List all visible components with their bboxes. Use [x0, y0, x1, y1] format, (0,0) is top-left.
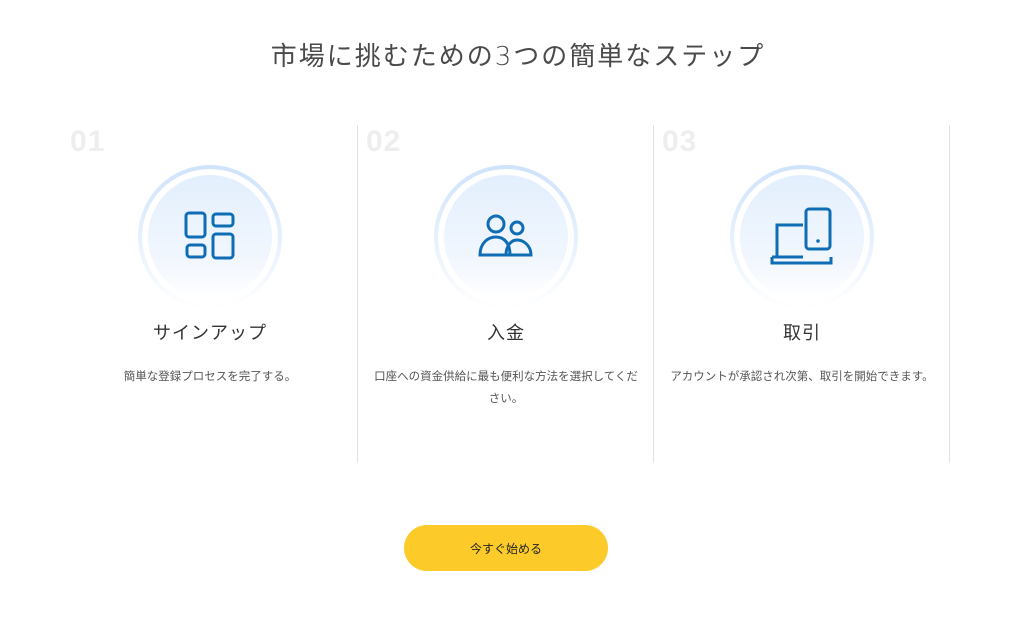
step-2: 02 入金 口座への資金供給に最も便利な方法を選択してください。 — [358, 125, 654, 463]
start-now-button[interactable]: 今すぐ始める — [404, 525, 608, 571]
step-3: 03 取引 アカウントが承認され次第、取引を開始できます。 — [654, 125, 950, 463]
page: 市場に挑むための3つの簡単なステップ 01 サインアップ 簡単な登録プロセスを完… — [0, 0, 1036, 627]
laptop-phone-icon — [770, 207, 833, 265]
step-number: 02 — [366, 125, 402, 158]
icon-circle — [730, 165, 874, 309]
step-description: 簡単な登録プロセスを完了する。 — [123, 369, 297, 383]
step-number: 03 — [662, 125, 698, 158]
users-icon — [478, 214, 533, 257]
page-title: 市場に挑むための3つの簡単なステップ — [270, 42, 766, 72]
steps-container: 01 サインアップ 簡単な登録プロセスを完了する。 02 入金 口座への資金供給… — [62, 125, 951, 463]
step-1: 01 サインアップ 簡単な登録プロセスを完了する。 — [62, 125, 358, 463]
icon-circle — [138, 165, 282, 309]
step-title: 入金 — [487, 323, 525, 344]
step-description: アカウントが承認され次第、取引を開始できます。 — [670, 369, 934, 383]
step-title: サインアップ — [153, 323, 267, 344]
step-title: 取引 — [783, 323, 821, 344]
step-number: 01 — [70, 125, 106, 158]
step-description: 口座への資金供給に最も便利な方法を選択してください。 — [374, 369, 638, 405]
dashboard-grid-icon — [184, 211, 235, 260]
icon-circle — [434, 165, 578, 309]
